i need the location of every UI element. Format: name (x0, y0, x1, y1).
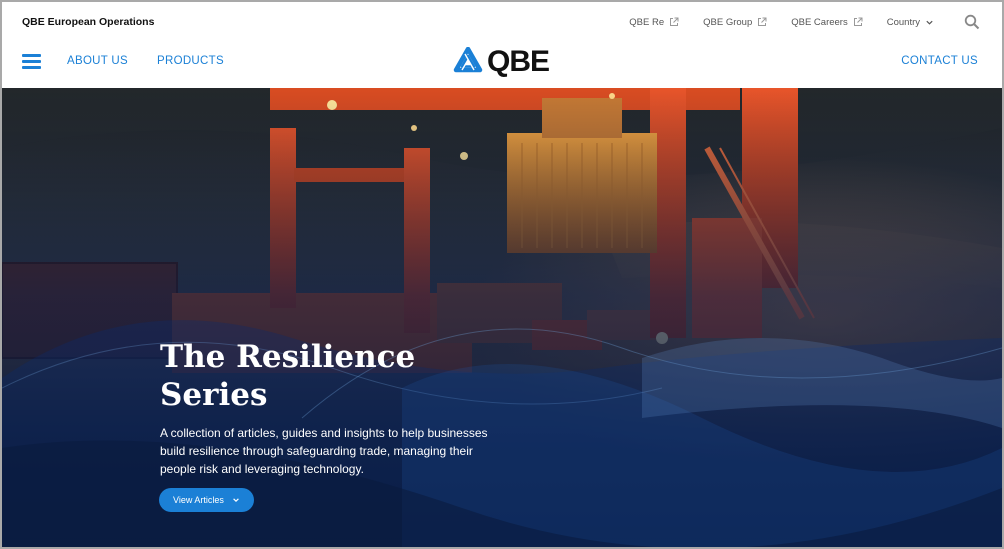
hero-title: The Resilience Series (160, 338, 490, 414)
hero-background-image (2, 88, 1002, 547)
qbe-careers-label: QBE Careers (791, 16, 848, 28)
view-articles-label: View Articles (173, 495, 224, 505)
country-label: Country (886, 16, 920, 28)
main-nav: ABOUT US PRODUCTS QBE CONTACT US (2, 44, 1002, 88)
hero-banner: The Resilience Series A collection of ar… (2, 88, 1002, 547)
external-link-icon (758, 17, 767, 26)
hero-description: A collection of articles, guides and ins… (160, 426, 488, 476)
search-icon[interactable] (964, 14, 980, 30)
qbe-re-label: QBE Re (629, 16, 665, 28)
hero-title-line2: Series (160, 377, 268, 413)
nav-contact-us[interactable]: CONTACT US (901, 55, 978, 67)
qbe-group-link[interactable]: QBE Group (703, 17, 767, 28)
view-articles-button[interactable]: View Articles (159, 488, 254, 512)
site-name: QBE European Operations (22, 16, 155, 28)
qbe-careers-link[interactable]: QBE Careers (791, 17, 863, 28)
qbe-re-link[interactable]: QBE Re (629, 17, 679, 28)
chevron-down-icon (233, 498, 239, 503)
qbe-logo-mark-icon (453, 47, 483, 73)
nav-products[interactable]: PRODUCTS (157, 55, 224, 67)
external-link-icon (853, 17, 863, 26)
nav-about-us[interactable]: ABOUT US (67, 55, 128, 67)
utility-links: QBE Re QBE Group QBE Careers Country (605, 14, 980, 30)
country-selector[interactable]: Country (887, 17, 934, 28)
browser-frame: QBE European Operations QBE Re QBE Group… (0, 0, 1004, 549)
external-link-icon (670, 17, 679, 26)
chevron-down-icon (926, 20, 933, 25)
utility-bar: QBE European Operations QBE Re QBE Group… (2, 2, 1002, 44)
qbe-logo[interactable]: QBE (453, 45, 550, 78)
hero-title-line1: The Resilience (160, 339, 416, 375)
qbe-group-label: QBE Group (703, 16, 753, 28)
logo-text: QBE (487, 45, 550, 78)
menu-icon[interactable] (22, 54, 41, 69)
